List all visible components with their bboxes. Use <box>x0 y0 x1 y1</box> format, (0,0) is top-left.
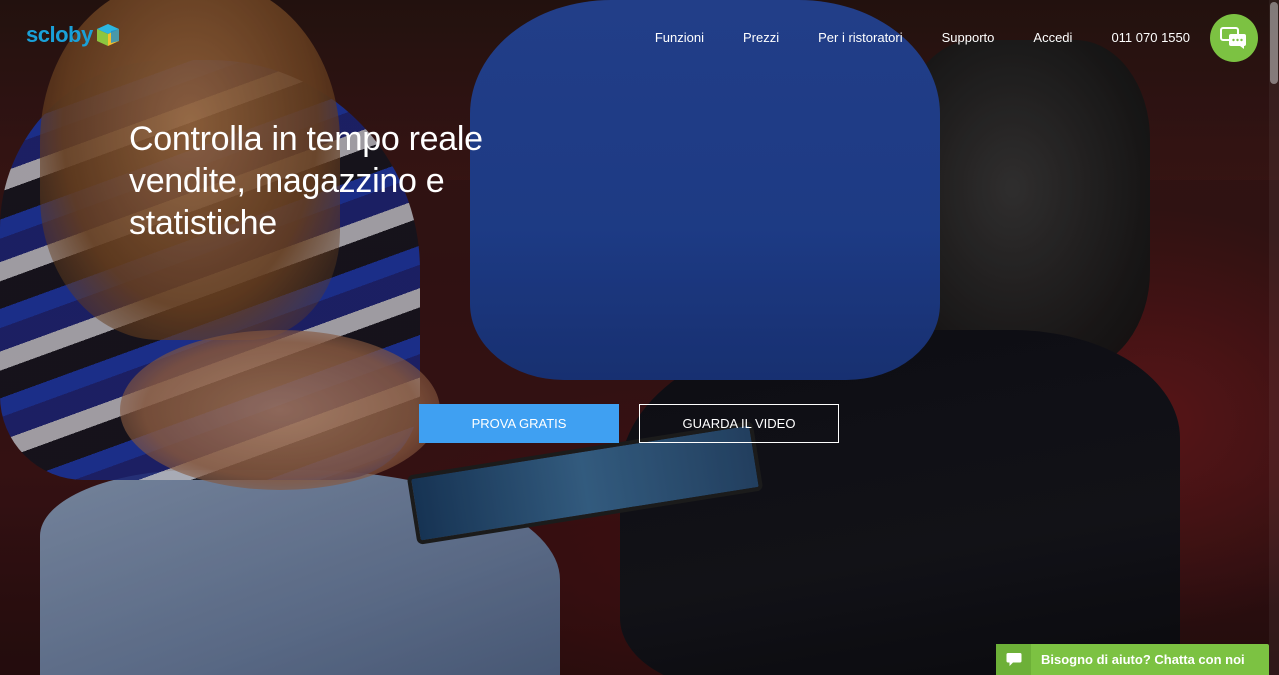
hero-background-image <box>0 0 1279 675</box>
hero-dark-overlay <box>0 0 1279 675</box>
nav-funzioni[interactable]: Funzioni <box>655 30 704 45</box>
help-chat-label: Bisogno di aiuto? Chatta con noi <box>1041 652 1245 667</box>
main-nav: Funzioni Prezzi Per i ristoratori Suppor… <box>655 30 1190 45</box>
logo-text: scloby <box>26 22 93 47</box>
chat-button[interactable] <box>1210 14 1258 62</box>
scloby-logo[interactable]: scloby <box>26 22 121 48</box>
hero-headline: Controlla in tempo reale vendite, magazz… <box>129 120 483 242</box>
help-chat-bar[interactable]: Bisogno di aiuto? Chatta con noi <box>996 644 1269 675</box>
nav-prezzi[interactable]: Prezzi <box>743 30 779 45</box>
guarda-il-video-button[interactable]: GUARDA IL VIDEO <box>639 404 839 443</box>
chat-bubbles-icon <box>1220 27 1246 49</box>
scrollbar-thumb[interactable] <box>1270 2 1278 84</box>
nav-phone-number[interactable]: 011 070 1550 <box>1111 30 1190 45</box>
nav-accedi[interactable]: Accedi <box>1033 30 1072 45</box>
speech-bubble-icon <box>996 644 1031 675</box>
nav-supporto[interactable]: Supporto <box>942 30 995 45</box>
cube-logo-icon <box>95 22 121 48</box>
prova-gratis-button[interactable]: PROVA GRATIS <box>419 404 619 443</box>
page-scrollbar[interactable] <box>1269 0 1279 675</box>
nav-per-i-ristoratori[interactable]: Per i ristoratori <box>818 30 903 45</box>
